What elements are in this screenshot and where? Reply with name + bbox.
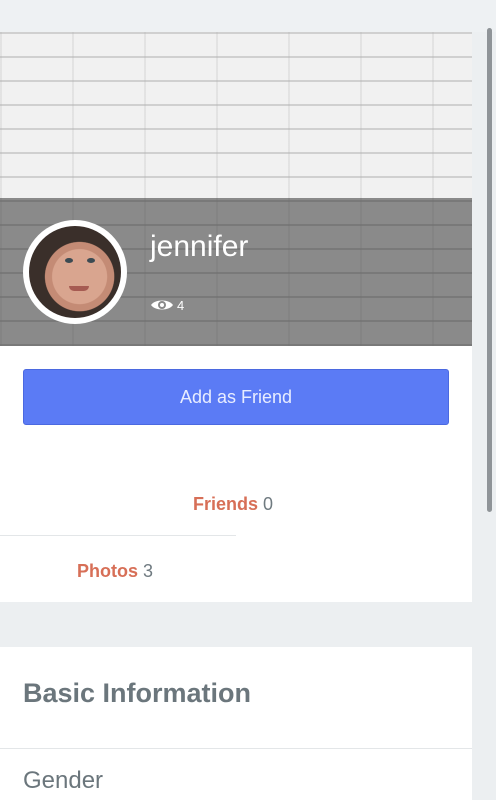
stats-divider [0, 535, 236, 536]
top-bar [0, 0, 496, 32]
profile-card: jennifer 4 Add as Friend Friends 0 Photo… [0, 32, 472, 602]
add-friend-button[interactable]: Add as Friend [23, 369, 449, 425]
basic-information-card: Basic Information Gender [0, 647, 472, 800]
profile-name: jennifer [150, 230, 249, 263]
photos-count: 3 [143, 561, 154, 581]
photos-stat[interactable]: Photos 3 [77, 561, 153, 582]
profile-page: jennifer 4 Add as Friend Friends 0 Photo… [0, 0, 496, 800]
avatar-photo [29, 226, 121, 318]
views-value: 4 [177, 297, 185, 313]
scrollbar[interactable] [484, 0, 496, 800]
avatar[interactable] [23, 220, 127, 324]
gender-label: Gender [23, 767, 104, 794]
views-count: 4 [150, 296, 184, 314]
eye-icon [151, 300, 173, 310]
friends-count: 0 [263, 494, 274, 514]
friends-label: Friends [193, 494, 259, 514]
friends-stat[interactable]: Friends 0 [193, 494, 273, 515]
photos-label: Photos [77, 561, 138, 581]
basic-information-title: Basic Information [23, 678, 252, 708]
info-divider [0, 748, 472, 749]
scrollbar-thumb[interactable] [487, 28, 492, 512]
